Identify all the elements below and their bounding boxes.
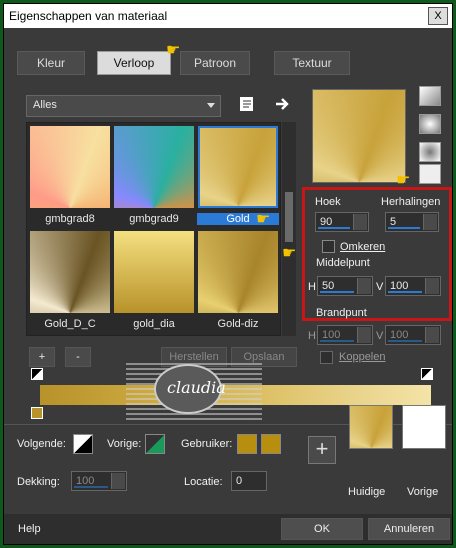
location-value: 0: [236, 475, 243, 487]
invert-label[interactable]: Omkeren: [340, 241, 385, 253]
current-swatch[interactable]: [349, 405, 393, 449]
sunburst-style-button[interactable]: [419, 142, 441, 162]
color-stop-start[interactable]: [31, 407, 43, 419]
spinner-arrows-icon[interactable]: [423, 214, 437, 230]
center-h-label: H: [308, 281, 316, 293]
opacity-label: Dekking:: [17, 476, 60, 488]
watermark-text: claudia: [167, 378, 226, 397]
angle-label: Hoek: [315, 196, 341, 208]
close-button[interactable]: X: [428, 7, 448, 25]
pointer-hand-icon: ☛: [282, 245, 297, 262]
center-h-spinner[interactable]: 50: [317, 276, 373, 296]
spinner-arrows-icon[interactable]: [357, 278, 371, 294]
tab-textuur[interactable]: Textuur: [274, 51, 350, 75]
next-style-button[interactable]: [73, 434, 93, 454]
swatch-gold-dia[interactable]: [114, 231, 194, 313]
value-underline: [388, 340, 422, 342]
radial-style-button[interactable]: [419, 164, 441, 184]
tab-patroon[interactable]: Patroon: [180, 51, 250, 75]
pointer-hand-icon: ☛: [256, 211, 271, 228]
cancel-button[interactable]: Annuleren: [368, 518, 450, 540]
link-label: Koppelen: [339, 351, 386, 363]
gallery-scrollbar[interactable]: [282, 122, 296, 336]
category-select-value: Alles: [33, 99, 57, 111]
focal-h-spinner: 100: [317, 325, 373, 345]
dialog-footer: Help OK Annuleren: [4, 514, 452, 544]
start-marker-icon[interactable]: [31, 368, 43, 380]
add-stop-button[interactable]: +: [29, 347, 55, 367]
swatch-gold[interactable]: [198, 126, 278, 208]
focal-v-label: V: [376, 330, 384, 342]
center-label: Middelpunt: [316, 257, 370, 269]
current-label: Huidige: [348, 486, 386, 498]
spinner-arrows-icon[interactable]: [425, 278, 439, 294]
spinner-arrows-icon: [425, 327, 439, 343]
add-to-palette-button[interactable]: +: [308, 436, 336, 464]
help-link[interactable]: Help: [18, 523, 41, 535]
swatch-label: Gold_D_C: [44, 318, 96, 330]
linear-style-button[interactable]: [419, 86, 441, 106]
value-underline: [74, 486, 108, 488]
gradient-preview[interactable]: [312, 89, 406, 183]
end-marker-icon[interactable]: [421, 368, 433, 380]
invert-checkbox[interactable]: [322, 240, 335, 253]
value-underline: [320, 291, 354, 293]
value-underline: [318, 227, 350, 229]
link-checkbox: [320, 351, 333, 364]
spinner-arrows-icon: [357, 327, 371, 343]
file-open-icon[interactable]: [238, 95, 256, 113]
center-v-label: V: [376, 281, 384, 293]
user-color-2[interactable]: [261, 434, 281, 454]
rectangular-style-button[interactable]: [419, 114, 441, 134]
spinner-arrows-icon: [111, 473, 125, 489]
swatch-gmbgrad8[interactable]: [30, 126, 110, 208]
title-bar: Eigenschappen van materiaal X: [4, 4, 452, 28]
gradient-gallery: gmbgrad8 gmbgrad9 Gold Gold_D_C gold_dia…: [26, 122, 281, 336]
value-underline: [388, 291, 422, 293]
spinner-arrows-icon[interactable]: [353, 214, 367, 230]
swatch-gold-d-c[interactable]: [30, 231, 110, 313]
swatch-label: gmbgrad9: [129, 213, 179, 225]
user-label: Gebruiker:: [181, 438, 233, 450]
swatch-label: Gold-diz: [217, 318, 259, 330]
center-v-spinner[interactable]: 100: [385, 276, 441, 296]
prev-label: Vorige:: [107, 438, 142, 450]
scrollbar-thumb[interactable]: [285, 192, 293, 242]
repeats-label: Herhalingen: [381, 196, 441, 208]
focal-h-label: H: [308, 330, 316, 342]
next-label: Volgende:: [17, 438, 66, 450]
previous-swatch[interactable]: [402, 405, 446, 449]
repeats-spinner[interactable]: 5: [385, 212, 439, 232]
arrow-right-icon[interactable]: [274, 95, 292, 113]
value-underline: [320, 340, 354, 342]
location-input[interactable]: 0: [231, 471, 267, 491]
ok-button[interactable]: OK: [281, 518, 363, 540]
angle-spinner[interactable]: 90: [315, 212, 369, 232]
prev-style-button[interactable]: [145, 434, 165, 454]
value-underline: [388, 227, 420, 229]
window-title: Eigenschappen van materiaal: [9, 9, 168, 23]
focal-label: Brandpunt: [316, 307, 367, 319]
user-color-1[interactable]: [237, 434, 257, 454]
remove-stop-button[interactable]: -: [65, 347, 91, 367]
previous-label: Vorige: [407, 486, 439, 498]
tab-verloop[interactable]: Verloop: [97, 51, 171, 75]
swatch-gold-diz[interactable]: [198, 231, 278, 313]
opacity-spinner: 100: [71, 471, 127, 491]
material-properties-dialog: Eigenschappen van materiaal X Kleur Verl…: [3, 3, 453, 545]
pointer-hand-icon: ☛: [166, 42, 181, 59]
focal-v-spinner: 100: [385, 325, 441, 345]
location-label: Locatie:: [184, 476, 223, 488]
swatch-gmbgrad9[interactable]: [114, 126, 194, 208]
category-select[interactable]: Alles: [26, 95, 221, 117]
tab-kleur[interactable]: Kleur: [17, 51, 85, 75]
swatch-label: gold_dia: [133, 318, 175, 330]
chevron-down-icon: [207, 103, 215, 108]
swatch-label: gmbgrad8: [45, 213, 95, 225]
